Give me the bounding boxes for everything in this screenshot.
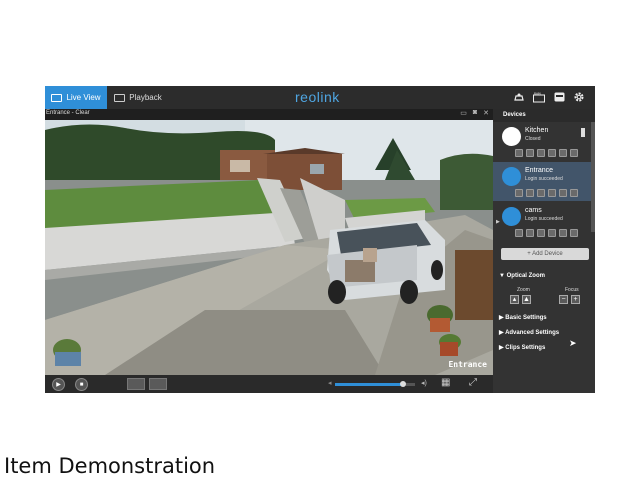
- optical-zoom-header[interactable]: ▼ Optical Zoom: [499, 273, 545, 279]
- device-name: cams: [525, 207, 542, 214]
- capture-tool-icon[interactable]: [537, 229, 545, 237]
- focus-plus-button[interactable]: +: [571, 295, 580, 304]
- device-item-entrance[interactable]: Entrance Login succeeded: [493, 162, 591, 201]
- settings-tool-icon[interactable]: [515, 149, 523, 157]
- video-header-icons: ▭ ◙ ✕: [460, 109, 489, 117]
- advanced-settings-item[interactable]: ▶ Advanced Settings: [499, 329, 559, 336]
- stop-button[interactable]: ■: [75, 378, 88, 391]
- volume-knob[interactable]: [400, 381, 406, 387]
- zoom-label: Zoom: [517, 287, 530, 293]
- play-tool-icon[interactable]: [526, 229, 534, 237]
- device-name: Entrance: [525, 167, 554, 174]
- top-icons: RAM: [513, 91, 585, 103]
- film-icon: [114, 93, 126, 102]
- add-device-button[interactable]: + Add Device: [501, 248, 589, 260]
- cloud-icon[interactable]: [513, 91, 525, 103]
- search-tool-icon[interactable]: [548, 149, 556, 157]
- battery-icon: [581, 128, 585, 137]
- nvr-icon: [502, 207, 521, 226]
- video-title: Entrance - Clear: [46, 110, 90, 116]
- sidebar-scrollbar[interactable]: [591, 122, 595, 232]
- volume-max-icon: ◂): [421, 380, 427, 387]
- top-bar: Live View Playback reolink RAM: [45, 86, 595, 109]
- volume-icon: ◂: [328, 380, 332, 387]
- edit-tool-icon[interactable]: [559, 149, 567, 157]
- tab-playback[interactable]: Playback: [108, 86, 168, 109]
- video-control-bar: ▶ ■ ◂ ◂) ▦ ⤢: [45, 375, 493, 393]
- device-item-cams[interactable]: ▶ cams Login succeeded: [493, 202, 591, 241]
- search-tool-icon[interactable]: [548, 229, 556, 237]
- play-tool-icon[interactable]: [526, 149, 534, 157]
- tab-live-view-label: Live View: [66, 93, 101, 102]
- reolink-logo: reolink: [295, 89, 340, 105]
- focus-label: Focus: [565, 287, 579, 293]
- device-item-kitchen[interactable]: Kitchen Closed: [493, 122, 591, 161]
- mouse-cursor-icon: ➤: [569, 338, 577, 348]
- live-video-feed[interactable]: Entrance: [45, 120, 493, 375]
- camera-icon: [502, 167, 521, 186]
- basic-settings-item[interactable]: ▶ Basic Settings: [499, 314, 547, 321]
- device-status: Login succeeded: [525, 216, 563, 222]
- gear-icon[interactable]: [573, 91, 585, 103]
- basic-settings-label: Basic Settings: [505, 315, 547, 321]
- device-tools: [515, 149, 578, 157]
- play-button[interactable]: ▶: [52, 378, 65, 391]
- edit-tool-icon[interactable]: [559, 189, 567, 197]
- reolink-client-window: Live View Playback reolink RAM Entrance …: [45, 86, 595, 393]
- search-tool-icon[interactable]: [548, 189, 556, 197]
- advanced-settings-label: Advanced Settings: [505, 330, 560, 336]
- clips-settings-label: Clips Settings: [505, 345, 546, 351]
- play-tool-icon[interactable]: [526, 189, 534, 197]
- device-sidebar: Devices Kitchen Closed Entrance Login su…: [493, 109, 595, 393]
- settings-tool-icon[interactable]: [515, 229, 523, 237]
- layout-button[interactable]: [127, 378, 145, 390]
- ram-icon[interactable]: RAM: [533, 91, 545, 103]
- close-icon[interactable]: ✕: [483, 109, 489, 117]
- video-header: Entrance - Clear ▭ ◙ ✕: [45, 109, 493, 120]
- edit-tool-icon[interactable]: [559, 229, 567, 237]
- delete-tool-icon[interactable]: [570, 189, 578, 197]
- devices-header: Devices: [493, 109, 595, 122]
- stream-button[interactable]: [149, 378, 167, 390]
- tab-live-view[interactable]: Live View: [45, 86, 107, 109]
- volume-fill: [335, 383, 403, 386]
- volume-slider[interactable]: [335, 381, 415, 387]
- tab-playback-label: Playback: [129, 93, 162, 102]
- fullscreen-icon[interactable]: ⤢: [469, 377, 477, 388]
- device-icon[interactable]: [553, 91, 565, 103]
- device-tools: [515, 229, 578, 237]
- zoom-in-button[interactable]: ▲: [522, 295, 531, 304]
- zoom-out-button[interactable]: ▴: [510, 295, 519, 304]
- expand-caret-icon[interactable]: ▶: [496, 219, 500, 225]
- device-tools: [515, 189, 578, 197]
- monitor-icon: [51, 93, 63, 102]
- device-status: Login succeeded: [525, 176, 563, 182]
- camera-icon: [502, 127, 521, 146]
- svg-text:RAM: RAM: [534, 92, 541, 96]
- device-status: Closed: [525, 136, 541, 142]
- clips-settings-item[interactable]: ▶ Clips Settings: [499, 344, 545, 351]
- delete-tool-icon[interactable]: [570, 229, 578, 237]
- camera-name-stamp: Entrance: [448, 360, 487, 369]
- settings-tool-icon[interactable]: [515, 189, 523, 197]
- focus-minus-button[interactable]: −: [559, 295, 568, 304]
- optical-zoom-label: Optical Zoom: [506, 273, 545, 279]
- record-icon[interactable]: ▭: [460, 109, 467, 117]
- caption-text: Item Demonstration: [4, 454, 216, 478]
- play-icon: ▶: [56, 382, 61, 388]
- capture-tool-icon[interactable]: [537, 149, 545, 157]
- camera-icon[interactable]: ◙: [473, 109, 477, 117]
- snapshot-icon[interactable]: ▦: [441, 377, 450, 388]
- camera-scene-image: [45, 120, 493, 375]
- delete-tool-icon[interactable]: [570, 149, 578, 157]
- device-name: Kitchen: [525, 127, 549, 134]
- capture-tool-icon[interactable]: [537, 189, 545, 197]
- stop-icon: ■: [79, 381, 84, 388]
